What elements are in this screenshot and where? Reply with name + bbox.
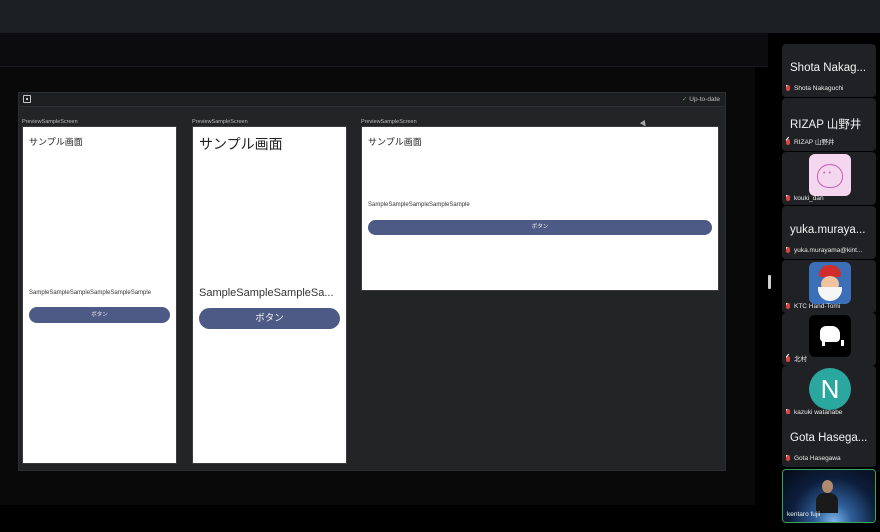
- participant-tile[interactable]: RIZAP 山野井 RIZAP 山野井: [782, 98, 876, 151]
- participant-label: RIZAP 山野井: [786, 136, 874, 146]
- participant-label: 北村: [786, 353, 874, 363]
- participant-label: Shota Nakaguchi: [786, 85, 874, 92]
- speaker-video-person: [814, 480, 840, 513]
- check-icon: ✓: [681, 96, 688, 103]
- preview-device-frame[interactable]: サンプル画面 SampleSampleSampleSampleSample ボタ…: [361, 126, 719, 291]
- mic-muted-icon: [786, 139, 790, 145]
- active-speaker-label: kentaro fujii: [787, 511, 821, 518]
- participant-display-name: Shota Nakag...: [790, 62, 867, 74]
- participant-label: Gota Hasegawa: [786, 455, 874, 462]
- sample-button[interactable]: ボタン: [368, 220, 712, 235]
- participant-display-name: Gota Hasega...: [790, 432, 868, 444]
- screen-heading: サンプル画面: [368, 137, 422, 147]
- participant-tile[interactable]: N kazuki watanabe: [782, 366, 876, 419]
- participant-label: KTC Hand-Tomi: [786, 303, 874, 310]
- preview-device-frame[interactable]: サンプル画面 SampleSampleSampleSa... ボタン: [192, 126, 347, 464]
- mic-muted-icon: [786, 303, 790, 309]
- n-avatar: N: [809, 368, 851, 410]
- participant-tile[interactable]: 北村: [782, 313, 876, 366]
- sample-text: SampleSampleSampleSampleSample: [368, 202, 470, 208]
- pink-blob-avatar: [809, 154, 851, 196]
- sample-button[interactable]: ボタン: [29, 307, 170, 323]
- participant-tile[interactable]: KTC Hand-Tomi: [782, 260, 876, 313]
- participant-tile[interactable]: Shota Nakag... Shota Nakaguchi: [782, 44, 876, 97]
- participant-label: kouki_dan: [786, 195, 874, 202]
- participant-tile[interactable]: kouki_dan: [782, 152, 876, 205]
- preview-toolbar: ✓ Up-to-date: [19, 93, 725, 107]
- pixel-dog-avatar: [809, 315, 851, 357]
- sample-text: SampleSampleSampleSa...: [199, 287, 334, 299]
- build-status: ✓ Up-to-date: [682, 95, 720, 103]
- mic-muted-icon: [786, 455, 790, 461]
- participant-label: yuka.murayama@kint...: [786, 247, 874, 254]
- screen-heading: サンプル画面: [199, 136, 283, 152]
- sample-text: SampleSampleSampleSampleSampleSample: [29, 290, 152, 296]
- mic-muted-icon: [786, 247, 790, 253]
- preview-title: PreviewSampleScreen: [361, 119, 417, 125]
- screen-heading: サンプル画面: [29, 137, 83, 147]
- active-speaker-tile[interactable]: kentaro fujii: [782, 469, 876, 523]
- participant-display-name: RIZAP 山野井: [790, 119, 862, 131]
- mic-muted-icon: [786, 195, 790, 201]
- santa-avatar: [809, 262, 851, 304]
- preview-title: PreviewSampleScreen: [192, 119, 248, 125]
- preview-layout-icon[interactable]: [23, 95, 31, 103]
- preview-title: PreviewSampleScreen: [22, 119, 78, 125]
- participant-tile[interactable]: yuka.muraya... yuka.murayama@kint...: [782, 206, 876, 259]
- preview-device-frame[interactable]: サンプル画面 SampleSampleSampleSampleSampleSam…: [22, 126, 177, 464]
- share-top-band: [0, 33, 768, 67]
- participant-display-name: yuka.muraya...: [790, 224, 866, 236]
- mic-muted-icon: [786, 85, 790, 91]
- sample-button[interactable]: ボタン: [199, 308, 340, 329]
- build-status-text: Up-to-date: [689, 96, 720, 103]
- panel-resize-handle[interactable]: [768, 275, 771, 289]
- meeting-top-bar: [0, 0, 880, 33]
- share-bottom-band: [0, 505, 768, 532]
- mic-muted-icon: [786, 356, 790, 362]
- participant-tile[interactable]: Gota Hasega... Gota Hasegawa: [782, 414, 876, 467]
